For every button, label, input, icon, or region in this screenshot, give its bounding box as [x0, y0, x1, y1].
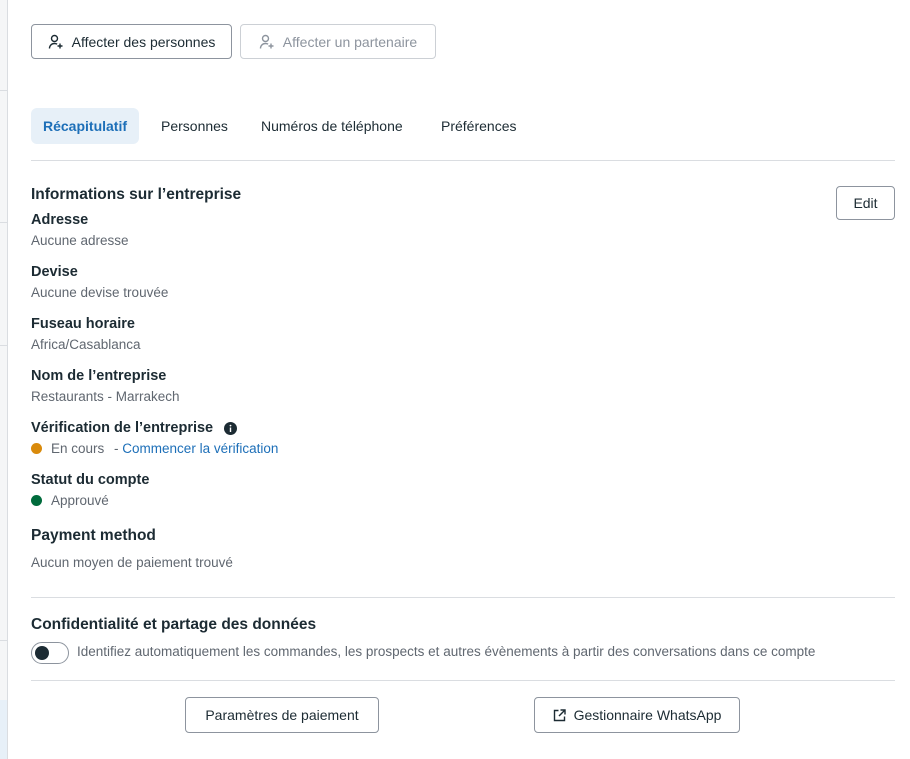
auto-detect-toggle[interactable]: [31, 642, 69, 664]
business-name-label: Nom de l’entreprise: [31, 368, 167, 384]
auto-detect-label: Identifiez automatiquement les commandes…: [77, 644, 816, 659]
account-status-row: Approuvé: [31, 493, 109, 508]
toggle-knob: [35, 646, 49, 660]
timezone-value: Africa/Casablanca: [31, 337, 141, 352]
add-person-icon: [48, 34, 64, 50]
assign-partner-label: Affecter un partenaire: [282, 33, 418, 50]
verification-status-row: En cours - Commencer la vérification: [31, 441, 278, 456]
add-person-icon: [259, 34, 275, 50]
verification-label: Vérification de l’entreprise: [31, 420, 214, 436]
whatsapp-manager-button[interactable]: Gestionnaire WhatsApp: [534, 697, 740, 733]
tab-summary[interactable]: Récapitulatif: [31, 108, 140, 144]
divider: [31, 680, 895, 681]
currency-label: Devise: [31, 264, 78, 280]
account-status-value: Approuvé: [51, 493, 109, 508]
address-label: Adresse: [31, 212, 89, 228]
edit-button[interactable]: Edit: [836, 186, 895, 220]
whatsapp-manager-label: Gestionnaire WhatsApp: [573, 707, 722, 723]
tab-people[interactable]: Personnes: [149, 108, 240, 144]
currency-value: Aucune devise trouvée: [31, 285, 169, 300]
divider: [31, 597, 895, 598]
tab-preferences[interactable]: Préférences: [429, 108, 528, 144]
status-dot-pending: [31, 443, 42, 454]
business-name-value: Restaurants - Marrakech: [31, 389, 180, 404]
rail-divider: [0, 640, 7, 641]
status-dot-approved: [31, 495, 42, 506]
payment-method-label: Payment method: [31, 527, 156, 544]
assign-people-label: Affecter des personnes: [71, 33, 216, 50]
verification-label-row: Vérification de l’entreprise: [31, 420, 238, 436]
rail-divider: [0, 345, 7, 346]
address-value: Aucune adresse: [31, 233, 129, 248]
account-status-label: Statut du compte: [31, 472, 150, 488]
assign-people-button[interactable]: Affecter des personnes: [31, 24, 232, 59]
external-link-icon: [553, 708, 566, 722]
tab-phone-numbers[interactable]: Numéros de téléphone: [249, 108, 415, 144]
start-verification-link[interactable]: Commencer la vérification: [122, 441, 278, 456]
verification-status: En cours: [51, 441, 105, 456]
timezone-label: Fuseau horaire: [31, 316, 135, 332]
payment-settings-button[interactable]: Paramètres de paiement: [185, 697, 379, 733]
rail-divider: [0, 222, 7, 223]
rail-active-item[interactable]: [0, 700, 7, 759]
left-rail: [0, 0, 8, 759]
business-info-title: Informations sur l’entreprise: [31, 186, 242, 203]
rail-divider: [0, 90, 7, 91]
info-icon[interactable]: [224, 421, 238, 435]
payment-method-value: Aucun moyen de paiement trouvé: [31, 555, 233, 570]
divider: [31, 160, 895, 161]
assign-partner-button[interactable]: Affecter un partenaire: [240, 24, 436, 59]
privacy-title: Confidentialité et partage des données: [31, 616, 317, 633]
